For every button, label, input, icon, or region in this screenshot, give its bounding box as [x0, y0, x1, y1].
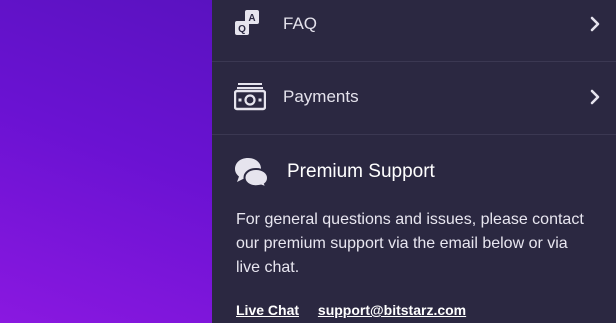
menu-item-payments[interactable]: Payments — [212, 62, 616, 135]
svg-text:Q: Q — [238, 24, 246, 35]
chevron-right-icon — [588, 89, 602, 105]
side-panel: A Q FAQ Payments Premium Support For gen… — [212, 0, 616, 323]
premium-support-section: Premium Support For general questions an… — [212, 136, 616, 323]
live-chat-link[interactable]: Live Chat — [236, 302, 299, 318]
support-links: Live Chat support@bitstarz.com — [236, 302, 481, 318]
support-description: For general questions and issues, please… — [236, 211, 584, 276]
chevron-right-icon — [588, 16, 602, 32]
svg-text:A: A — [248, 13, 255, 24]
chat-bubbles-icon — [234, 156, 270, 190]
faq-icon: A Q — [234, 10, 266, 40]
menu-item-label: Payments — [283, 87, 359, 106]
menu-item-label: FAQ — [283, 14, 318, 33]
support-title: Premium Support — [287, 161, 435, 182]
cash-icon — [233, 83, 267, 113]
menu-item-faq[interactable]: A Q FAQ — [212, 0, 616, 62]
background-gradient — [0, 0, 212, 323]
support-email-link[interactable]: support@bitstarz.com — [318, 302, 466, 318]
